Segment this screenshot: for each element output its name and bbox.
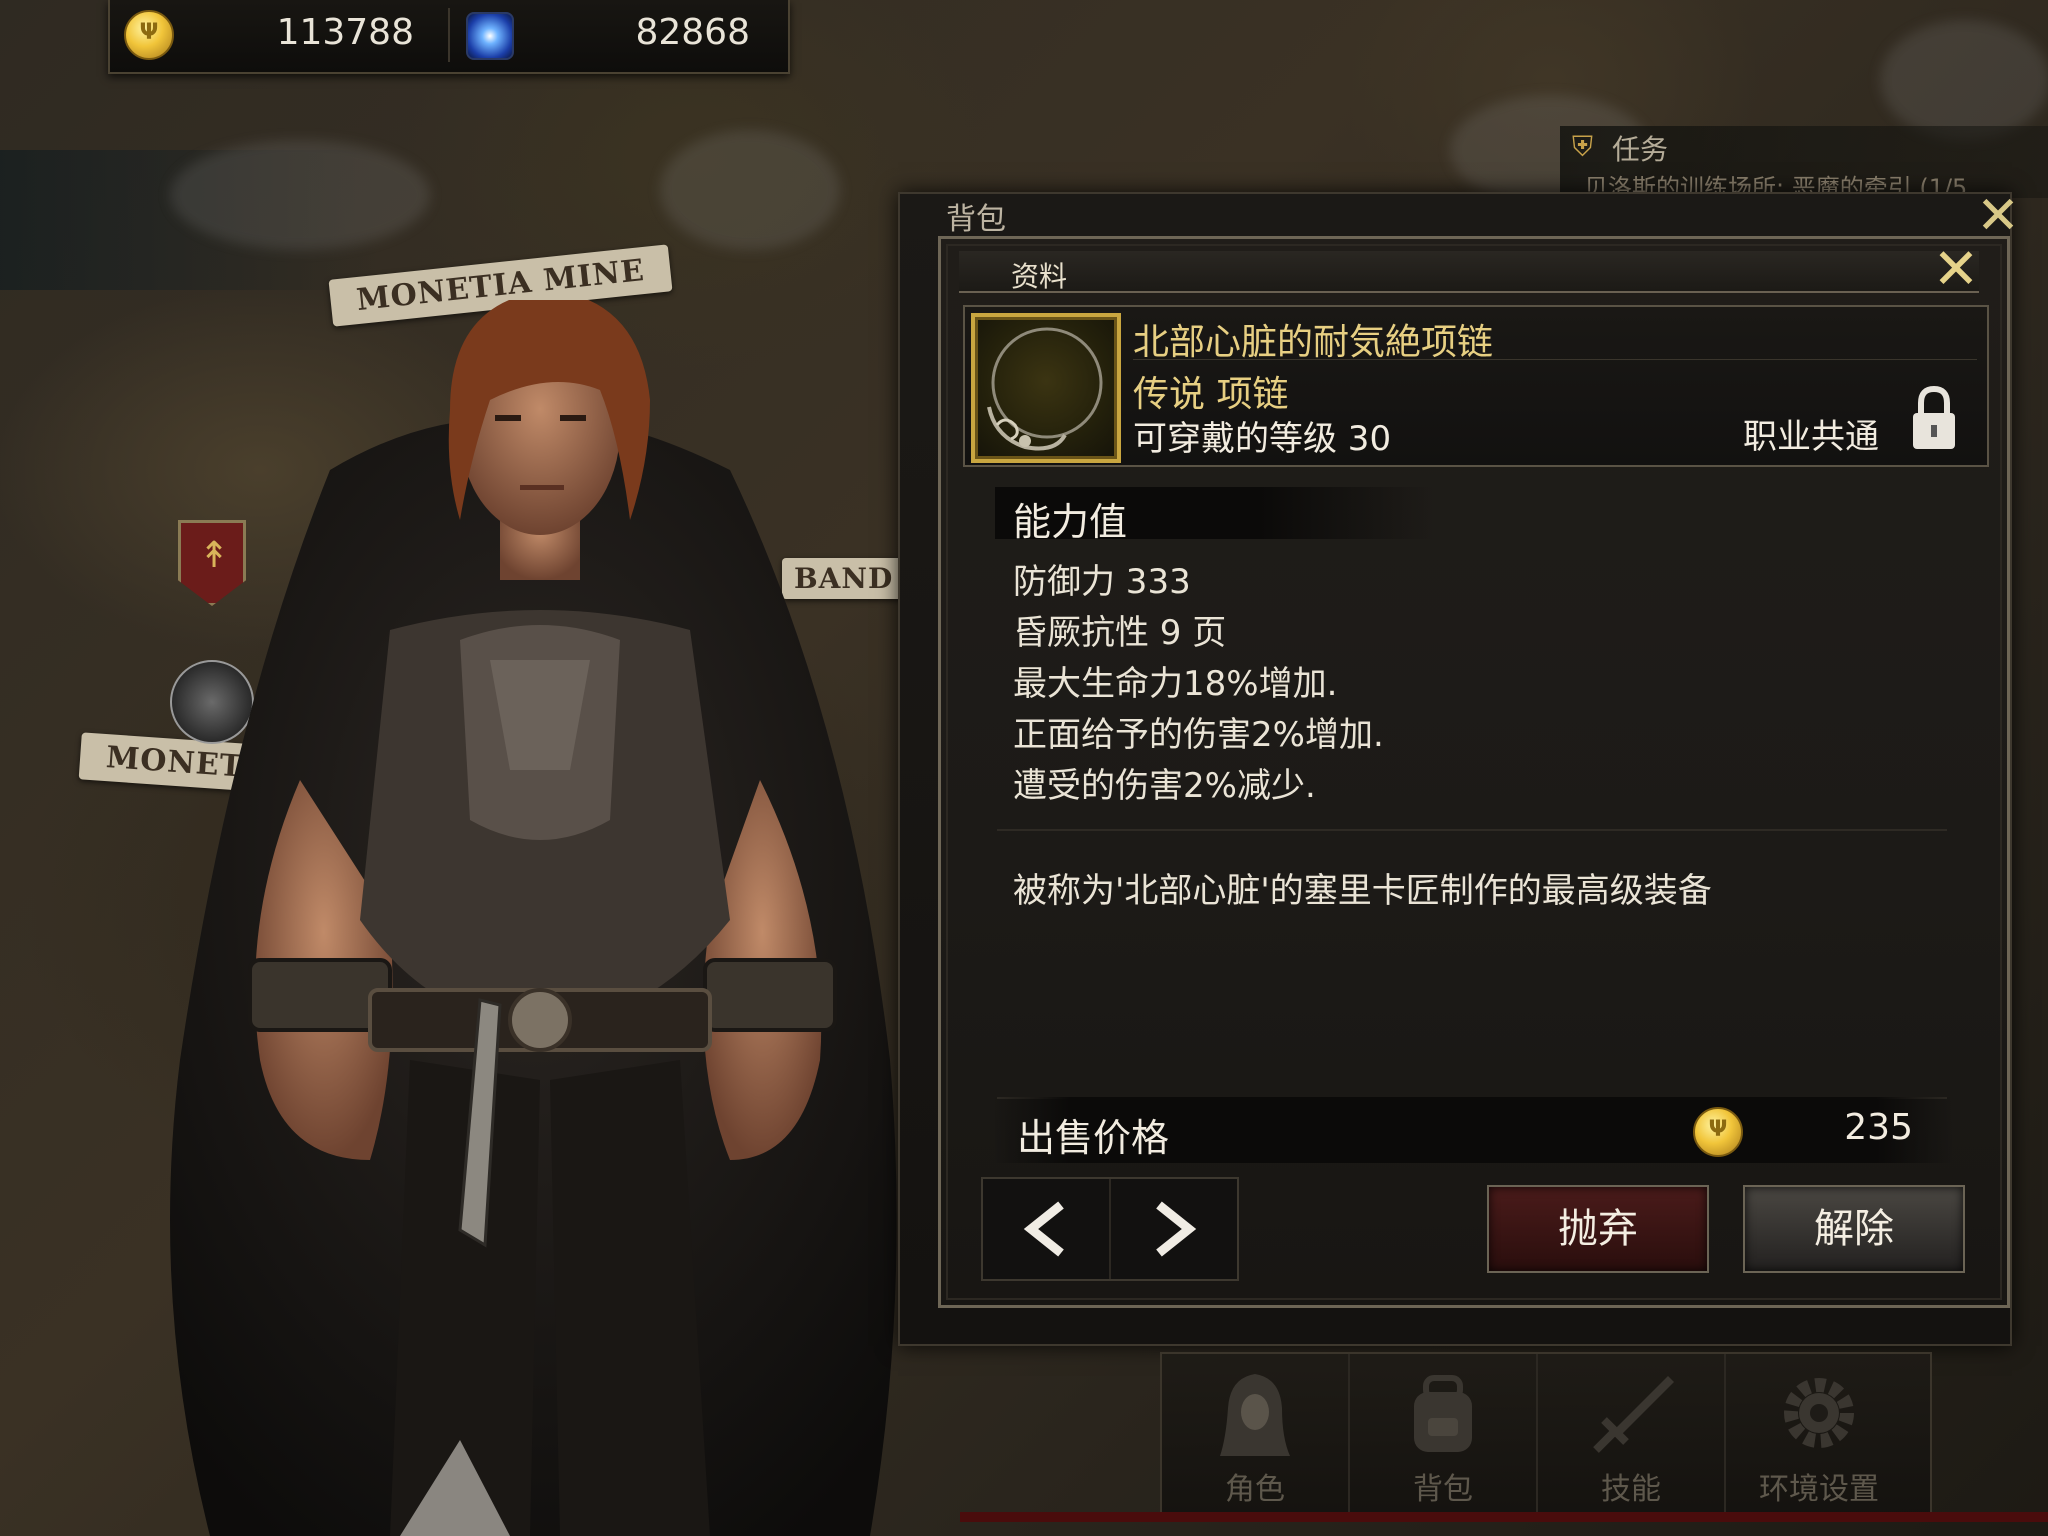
gold-amount: 113788 (276, 12, 414, 53)
nav-character-label: 角色 (1225, 1472, 1285, 1507)
detail-header: 资料 ✕ (959, 242, 1979, 298)
item-nav (981, 1177, 1239, 1281)
stat-line: 防御力 333 (1013, 562, 1191, 602)
item-summary: 北部心脏的耐気絶项链 传说 项链 可穿戴的等级 30 职业共通 (963, 305, 1989, 467)
map-cloud (660, 130, 840, 250)
chevron-right-icon (1156, 1201, 1197, 1257)
inventory-title: 背包 (946, 202, 1006, 237)
bottom-nav: 角色 背包 技能 环境设置 (1160, 1352, 1932, 1516)
stat-line: 遭受的伤害2%减少. (1013, 766, 1316, 806)
stat-line: 昏厥抗性 9 页 (1013, 613, 1227, 653)
quest-crest-icon: ⛨ (1572, 130, 1594, 163)
stat-line: 正面给予的伤害2%增加. (1013, 715, 1384, 755)
currency-divider (448, 8, 450, 62)
item-class-restriction: 职业共通 (1743, 417, 1879, 457)
nav-settings-label: 环境设置 (1759, 1472, 1879, 1507)
item-level-requirement: 可穿戴的等级 30 (1133, 419, 1392, 459)
quest-title: 任务 (1612, 133, 1669, 166)
stats-heading-label: 能力值 (1013, 500, 1128, 544)
quest-tracker[interactable]: ⛨ 任务 贝洛斯的训练场所: 恶魔的牵引 (1/5 (1560, 126, 2048, 202)
item-divider (1133, 359, 1977, 360)
nav-bag[interactable]: 背包 (1350, 1354, 1538, 1514)
character-portrait (170, 300, 897, 1536)
necklace-icon (971, 313, 1121, 463)
map-cloud (1880, 20, 2048, 140)
hooded-figure-icon (1220, 1374, 1290, 1456)
item-description: 被称为'北部心脏'的塞里卡匠制作的最高级装备 (1013, 871, 1712, 911)
currency-bar: 113788 82868 (108, 0, 790, 74)
nav-settings[interactable]: 环境设置 (1726, 1354, 1912, 1514)
sell-price-value: 235 (1844, 1107, 1913, 1148)
sell-price-label: 出售价格 (1017, 1116, 1170, 1160)
chevron-left-icon (1023, 1201, 1064, 1257)
gold-coin-icon (124, 10, 174, 60)
detail-close-icon[interactable]: ✕ (1931, 242, 1981, 298)
map-cloud (170, 140, 430, 250)
gear-icon (1784, 1378, 1854, 1448)
nav-skills-label: 技能 (1601, 1472, 1661, 1507)
nav-character[interactable]: 角色 (1162, 1354, 1350, 1514)
stat-line: 最大生命力18%增加. (1013, 664, 1338, 704)
nav-bag-label: 背包 (1413, 1472, 1473, 1507)
next-item-button[interactable] (1111, 1179, 1237, 1279)
item-name: 北部心脏的耐気絶项链 (1133, 322, 1494, 363)
stats-heading: 能力值 (995, 487, 1435, 544)
unequip-button[interactable]: 解除 (1743, 1185, 1965, 1273)
nav-skills[interactable]: 技能 (1538, 1354, 1726, 1514)
discard-button[interactable]: 抛弃 (1487, 1185, 1709, 1273)
item-detail-window: 资料 ✕ 北部心脏的耐気絶项链 传说 项链 可穿戴的等级 30 职业共通 能力值… (938, 236, 2010, 1308)
prev-item-button[interactable] (983, 1179, 1111, 1279)
bottom-accent-bar (960, 1512, 2048, 1522)
sword-icon (1593, 1376, 1674, 1453)
necklace-graphic (987, 327, 1103, 451)
detail-title: 资料 (1011, 260, 1068, 293)
blue-gem-icon (466, 12, 514, 60)
stats-divider (997, 829, 1947, 831)
backpack-icon (1414, 1375, 1472, 1452)
inventory-close-icon[interactable]: ✕ (1972, 190, 2024, 242)
lock-icon[interactable] (1909, 385, 1959, 451)
gem-amount: 82868 (635, 12, 750, 53)
stats-list: 防御力 333 昏厥抗性 9 页 最大生命力18%增加. 正面给予的伤害2%增加… (1013, 557, 1384, 812)
gold-coin-icon (1693, 1107, 1743, 1157)
item-grade: 传说 项链 (1133, 374, 1289, 415)
sell-price-row: 出售价格 235 (993, 1097, 1953, 1163)
